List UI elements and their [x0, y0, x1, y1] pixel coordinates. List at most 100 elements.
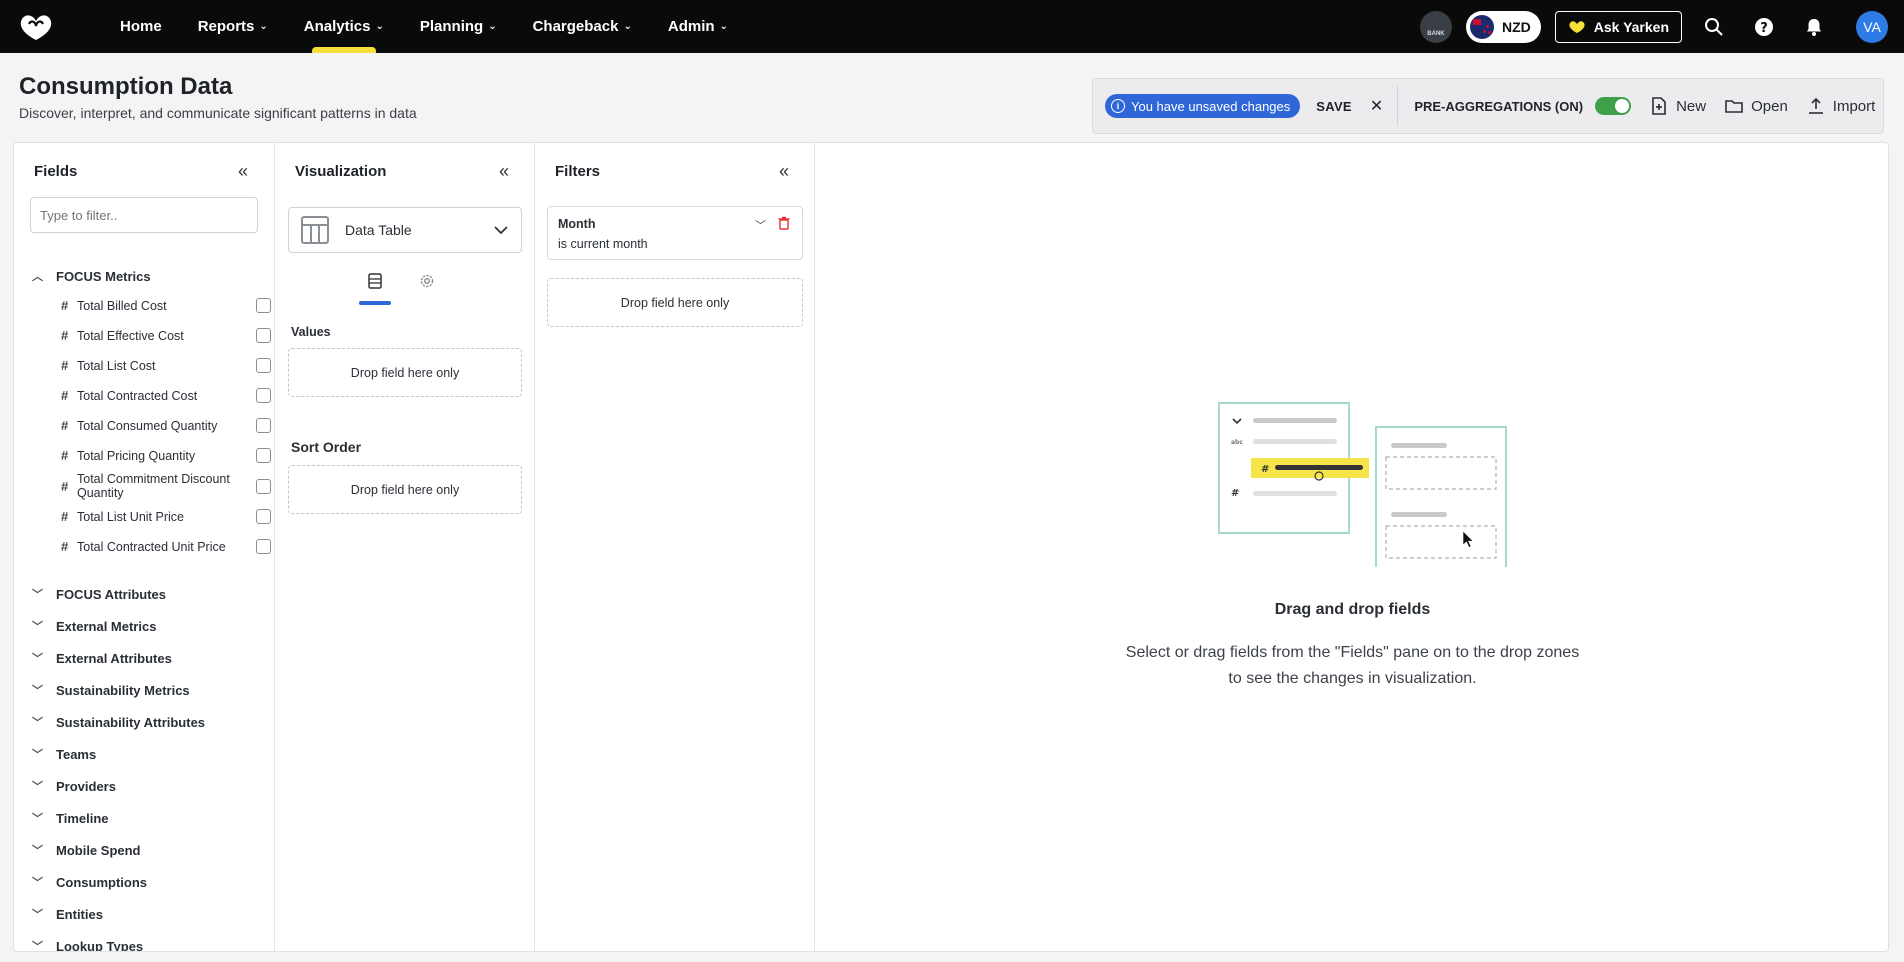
filters-dropzone[interactable]: Drop field here only	[547, 278, 803, 327]
preaggregations-label: PRE-AGGREGATIONS (ON)	[1414, 98, 1584, 114]
chevron-down-icon: ﹀	[32, 685, 43, 697]
search-icon[interactable]	[1696, 9, 1732, 45]
empty-state-title: Drag and drop fields	[1274, 601, 1431, 618]
collapse-fields-icon[interactable]: «	[238, 161, 248, 182]
group-timeline[interactable]: ﹀ Timeline	[32, 810, 109, 826]
app-logo-icon[interactable]	[16, 12, 56, 42]
field-checkbox[interactable]	[256, 388, 271, 403]
field-total-contracted-cost[interactable]: # Total Contracted Cost	[61, 388, 271, 403]
numeric-field-icon: #	[61, 358, 69, 373]
field-checkbox[interactable]	[256, 478, 271, 494]
filter-card-month[interactable]: Month is current month ﹀	[547, 206, 803, 260]
visualization-type-select[interactable]: Data Table	[288, 207, 522, 253]
field-total-consumed-quantity[interactable]: # Total Consumed Quantity	[61, 418, 271, 433]
values-label: Values	[291, 325, 331, 339]
numeric-field-icon: #	[61, 509, 69, 524]
info-icon: i	[1111, 99, 1125, 113]
field-total-pricing-quantity[interactable]: # Total Pricing Quantity	[61, 448, 271, 463]
chevron-down-icon: ﹀	[32, 653, 43, 665]
save-button[interactable]: SAVE	[1316, 99, 1352, 114]
field-checkbox[interactable]	[256, 448, 271, 463]
chevron-down-icon: ﹀	[32, 877, 43, 889]
svg-text:#: #	[1261, 464, 1269, 475]
visualization-empty-state: abc # # Drag and drop fields Select or d…	[815, 143, 1888, 951]
ask-yarken-button[interactable]: Ask Yarken	[1554, 10, 1682, 43]
user-avatar[interactable]: VA	[1856, 10, 1888, 43]
field-checkbox[interactable]	[256, 298, 271, 313]
chevron-down-icon[interactable]: ﹀	[755, 217, 766, 233]
chevron-down-icon: ﹀	[32, 845, 43, 857]
group-lookup-types[interactable]: ﹀ Lookup Types	[32, 938, 143, 952]
field-total-commitment-discount-quantity[interactable]: # Total Commitment Discount Quantity	[61, 472, 271, 500]
field-total-contracted-unit-price[interactable]: # Total Contracted Unit Price	[61, 539, 271, 554]
visualization-pane: Visualization « Data Table Values Drop f…	[275, 143, 535, 951]
tab-data[interactable]	[359, 273, 391, 305]
yarken-logo-icon	[1569, 20, 1585, 33]
trash-icon[interactable]	[778, 216, 790, 230]
field-total-list-unit-price[interactable]: # Total List Unit Price	[61, 509, 271, 524]
sort-order-label: Sort Order	[291, 439, 362, 455]
top-navigation: Home Reports ⌄ Analytics ⌄ Planning ⌄ Charg…	[0, 0, 1904, 53]
group-focus-metrics[interactable]: ︿ FOCUS Metrics	[32, 268, 151, 284]
nav-admin[interactable]: Admin ⌄	[668, 0, 728, 53]
import-button[interactable]: Import	[1806, 96, 1875, 116]
field-total-billed-cost[interactable]: # Total Billed Cost	[61, 298, 271, 313]
svg-text:#: #	[1231, 488, 1239, 499]
group-external-metrics[interactable]: ﹀ External Metrics	[32, 618, 156, 634]
new-button[interactable]: New	[1649, 96, 1706, 116]
table-icon	[301, 216, 329, 244]
group-sustainability-attributes[interactable]: ﹀ Sustainability Attributes	[32, 714, 205, 730]
numeric-field-icon: #	[61, 418, 69, 433]
filters-pane-title: Filters	[555, 163, 601, 180]
bell-icon[interactable]	[1796, 9, 1832, 45]
tab-settings[interactable]	[411, 273, 443, 299]
main-workspace: Fields « ︿ FOCUS Metrics #Total Billed C…	[13, 142, 1889, 952]
field-checkbox[interactable]	[256, 358, 271, 373]
group-sustainability-metrics[interactable]: ﹀ Sustainability Metrics	[32, 682, 190, 698]
field-filter-input[interactable]	[30, 197, 258, 233]
chevron-down-icon: ﹀	[32, 749, 43, 761]
chevron-down-icon: ﹀	[32, 941, 43, 952]
collapse-filters-icon[interactable]: «	[779, 161, 789, 182]
fields-pane: Fields « ︿ FOCUS Metrics #Total Billed C…	[14, 143, 275, 951]
visualization-tabs	[359, 273, 443, 305]
nav-chargeback[interactable]: Chargeback ⌄	[533, 0, 632, 53]
nav-planning[interactable]: Planning ⌄	[420, 0, 497, 53]
group-mobile-spend[interactable]: ﹀ Mobile Spend	[32, 842, 141, 858]
collapse-visualization-icon[interactable]: «	[499, 161, 509, 182]
chevron-down-icon: ⌄	[719, 21, 728, 32]
action-bar: i You have unsaved changes SAVE ✕ PRE-AG…	[1092, 78, 1884, 134]
group-external-attributes[interactable]: ﹀ External Attributes	[32, 650, 172, 666]
help-icon[interactable]: ?	[1746, 9, 1782, 45]
field-checkbox[interactable]	[256, 418, 271, 433]
open-button[interactable]: Open	[1724, 96, 1788, 116]
nav-home[interactable]: Home	[120, 0, 162, 53]
chevron-down-icon: ﹀	[32, 621, 43, 633]
values-dropzone[interactable]: Drop field here only	[288, 348, 522, 397]
nav-reports[interactable]: Reports ⌄	[198, 0, 268, 53]
field-checkbox[interactable]	[256, 539, 271, 554]
nav-analytics[interactable]: Analytics ⌄	[304, 0, 384, 53]
group-providers[interactable]: ﹀ Providers	[32, 778, 116, 794]
field-total-effective-cost[interactable]: # Total Effective Cost	[61, 328, 271, 343]
numeric-field-icon: #	[61, 328, 69, 343]
group-teams[interactable]: ﹀ Teams	[32, 746, 96, 762]
field-checkbox[interactable]	[256, 328, 271, 343]
data-layout-icon	[368, 273, 382, 289]
field-checkbox[interactable]	[256, 509, 271, 524]
chevron-down-icon: ﹀	[32, 781, 43, 793]
fields-pane-title: Fields	[34, 163, 78, 180]
group-entities[interactable]: ﹀ Entities	[32, 906, 103, 922]
sort-order-dropzone[interactable]: Drop field here only	[288, 465, 522, 514]
group-consumptions[interactable]: ﹀ Consumptions	[32, 874, 147, 890]
chevron-down-icon: ﹀	[32, 717, 43, 729]
bank-icon[interactable]: BANK	[1419, 10, 1452, 43]
group-focus-attributes[interactable]: ﹀ FOCUS Attributes	[32, 586, 166, 602]
currency-selector[interactable]: NZD	[1465, 10, 1541, 43]
svg-text:abc: abc	[1231, 439, 1243, 446]
preaggregations-toggle[interactable]	[1595, 97, 1632, 115]
chevron-down-icon: ⌄	[488, 21, 497, 32]
close-icon[interactable]: ✕	[1370, 96, 1383, 116]
field-total-list-cost[interactable]: # Total List Cost	[61, 358, 271, 373]
chevron-down-icon: ﹀	[32, 909, 43, 921]
